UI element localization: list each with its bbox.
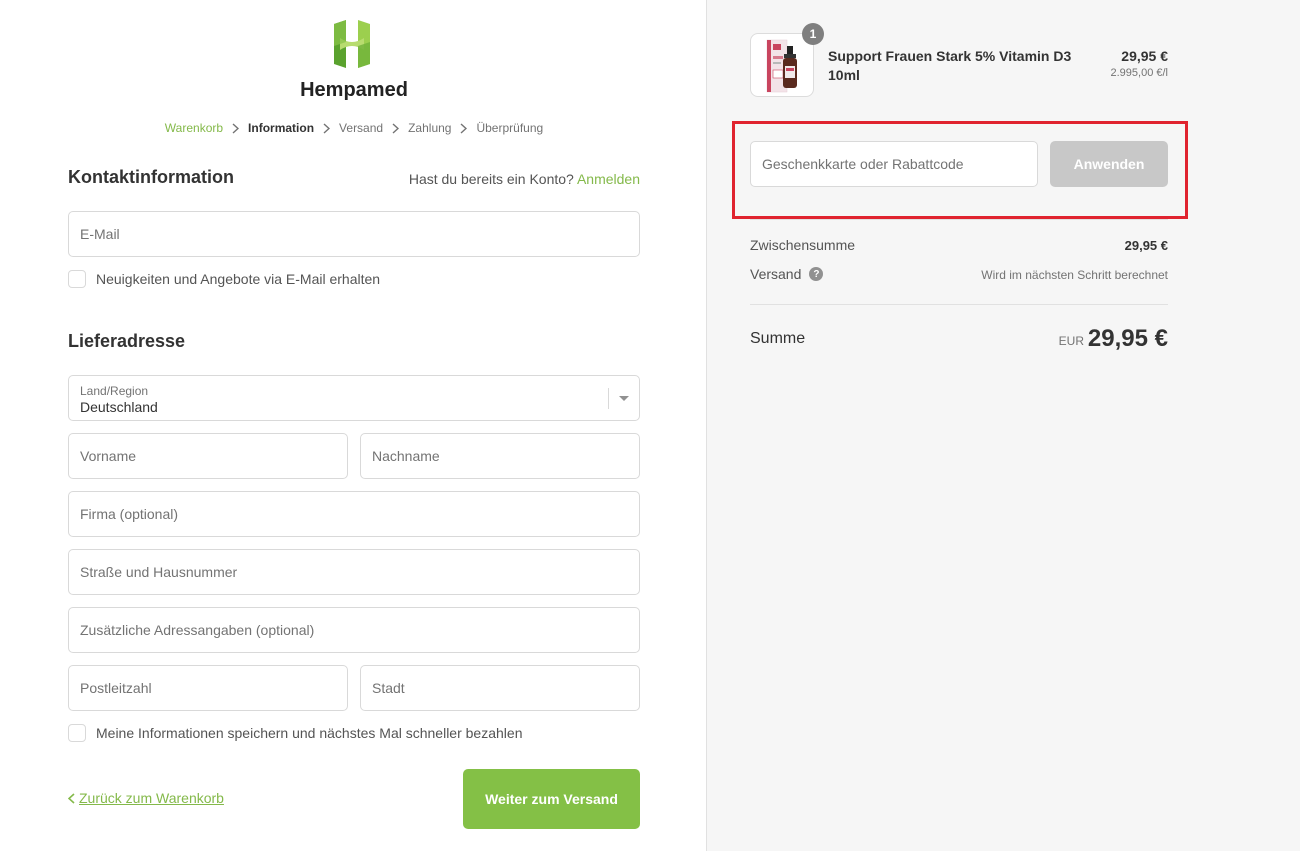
company-input[interactable] (69, 492, 639, 536)
last-name-field[interactable] (360, 433, 640, 479)
country-select-label: Land/Region (80, 384, 149, 398)
checkout-main: Hempamed Warenkorb Information Versand Z… (0, 0, 706, 851)
select-divider (608, 388, 609, 409)
subtotal-label: Zwischensumme (750, 237, 856, 253)
chevron-right-icon (392, 122, 400, 134)
product-unit-price: 2.995,00 €/l (1110, 67, 1169, 79)
login-prompt-text: Hast du bereits ein Konto? (408, 171, 574, 187)
newsletter-option[interactable]: Neuigkeiten und Angebote via E-Mail erha… (68, 270, 380, 288)
first-name-field[interactable] (68, 433, 348, 479)
save-info-option[interactable]: Meine Informationen speichern und nächst… (68, 724, 522, 742)
discount-code-field[interactable] (750, 141, 1038, 187)
city-field[interactable] (360, 665, 640, 711)
login-link[interactable]: Anmelden (577, 171, 640, 187)
total-label: Summe (750, 330, 806, 347)
zip-input[interactable] (69, 666, 347, 710)
product-bottle-image (766, 39, 797, 93)
breadcrumb-item-zahlung: Zahlung (408, 121, 452, 135)
breadcrumb-item-ueberpruefung: Überprüfung (476, 121, 544, 135)
country-select[interactable]: Land/Region Deutschland (68, 375, 640, 421)
chevron-left-icon (68, 792, 75, 804)
email-input[interactable] (69, 212, 639, 256)
back-to-cart-label[interactable]: Zurück zum Warenkorb (79, 790, 224, 806)
breadcrumb: Warenkorb Information Versand Zahlung Üb… (68, 121, 640, 135)
brand-name: Hempamed (300, 79, 408, 101)
login-prompt: Hast du bereits ein Konto? Anmelden (409, 171, 640, 187)
shipping-section-title: Lieferadresse (68, 331, 186, 351)
brand-logo[interactable]: Hempamed (297, 20, 411, 104)
shipping-cost-row: Versand ? (750, 266, 824, 282)
breadcrumb-item-versand: Versand (339, 121, 384, 135)
city-input[interactable] (361, 666, 639, 710)
contact-section-title: Kontaktinformation (68, 167, 234, 187)
newsletter-label[interactable]: Neuigkeiten und Angebote via E-Mail erha… (96, 271, 380, 287)
zip-field[interactable] (68, 665, 348, 711)
divider (750, 304, 1168, 305)
total-amount: 29,95 € (1087, 325, 1168, 352)
total-currency: EUR (1058, 334, 1084, 348)
divider (750, 219, 1168, 220)
save-info-checkbox[interactable] (68, 724, 86, 742)
newsletter-checkbox[interactable] (68, 270, 86, 288)
quantity-badge: 1 (802, 23, 824, 45)
save-info-label[interactable]: Meine Informationen speichern und nächst… (96, 725, 522, 741)
chevron-right-icon (460, 122, 468, 134)
shipping-cost-label: Versand (750, 266, 802, 282)
question-mark-icon[interactable]: ? (809, 267, 824, 281)
street-input[interactable] (69, 550, 639, 594)
back-to-cart-link[interactable]: Zurück zum Warenkorb (68, 790, 224, 806)
chevron-down-icon[interactable] (619, 396, 629, 401)
address2-field[interactable] (68, 607, 640, 653)
last-name-input[interactable] (361, 434, 639, 478)
product-name: Support Frauen Stark 5% Vitamin D3 10ml (828, 48, 1072, 83)
breadcrumb-item-warenkorb[interactable]: Warenkorb (165, 121, 223, 135)
chevron-right-icon (232, 122, 240, 134)
country-select-value: Deutschland (80, 399, 158, 415)
breadcrumb-item-information: Information (248, 121, 315, 135)
chevron-right-icon (323, 122, 331, 134)
subtotal-value: 29,95 € (1124, 238, 1168, 253)
apply-discount-button[interactable]: Anwenden (1050, 141, 1168, 187)
product-thumbnail (750, 33, 814, 97)
hempamed-logo-icon (334, 20, 370, 68)
shipping-cost-value: Wird im nächsten Schritt berechnet (981, 268, 1168, 282)
address2-input[interactable] (69, 608, 639, 652)
continue-to-shipping-button[interactable]: Weiter zum Versand (463, 769, 640, 829)
company-field[interactable] (68, 491, 640, 537)
email-field[interactable] (68, 211, 640, 257)
product-price: 29,95 € (1121, 48, 1168, 64)
discount-code-input[interactable] (751, 142, 1037, 186)
first-name-input[interactable] (69, 434, 347, 478)
street-field[interactable] (68, 549, 640, 595)
